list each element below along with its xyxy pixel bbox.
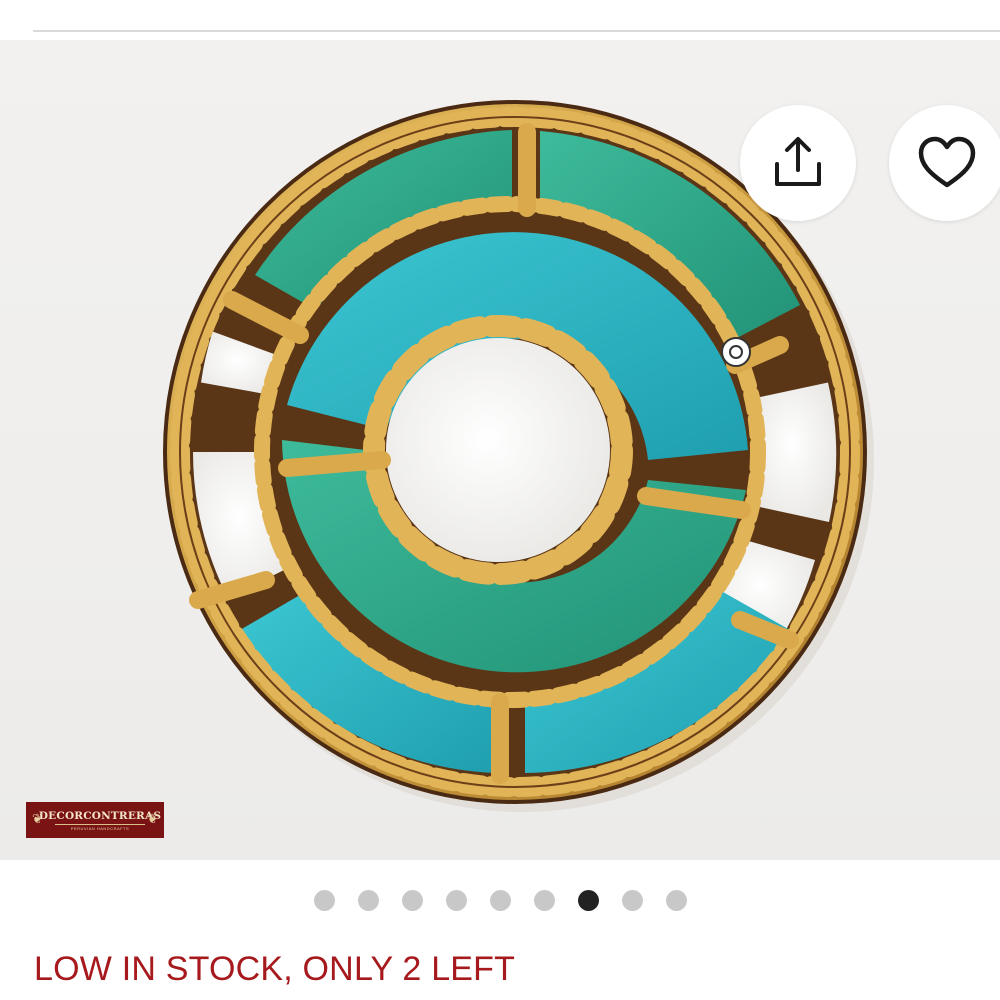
stock-status: LOW IN STOCK, ONLY 2 LEFT: [34, 950, 516, 988]
carousel-dot[interactable]: [357, 890, 379, 911]
brand-name: DECORCONTRERAS: [38, 809, 162, 822]
top-divider: [33, 30, 1000, 32]
product-image-gallery[interactable]: ❦ ❦ DECORCONTRERAS PERUVIAN HANDCRAFTS: [0, 40, 1000, 860]
carousel-dot[interactable]: [665, 890, 687, 911]
carousel-dot[interactable]: [313, 890, 335, 911]
carousel-dot[interactable]: [445, 890, 467, 911]
favorite-button[interactable]: [889, 105, 1000, 221]
brand-rule: [55, 823, 145, 825]
share-icon: [775, 137, 821, 186]
carousel-dot[interactable]: [577, 890, 599, 911]
heart-icon: [918, 136, 976, 188]
carousel-dots: [0, 890, 1000, 914]
carousel-dot[interactable]: [489, 890, 511, 911]
brand-logo: ❦ ❦ DECORCONTRERAS PERUVIAN HANDCRAFTS: [26, 802, 164, 838]
logo-swirl-icon: ❦: [147, 811, 158, 826]
brand-tagline: PERUVIAN HANDCRAFTS: [70, 825, 130, 831]
carousel-dot[interactable]: [621, 890, 643, 911]
logo-swirl-icon: ❦: [32, 811, 43, 826]
share-button[interactable]: [740, 105, 856, 221]
carousel-dot[interactable]: [533, 890, 555, 911]
carousel-dot[interactable]: [401, 890, 423, 911]
